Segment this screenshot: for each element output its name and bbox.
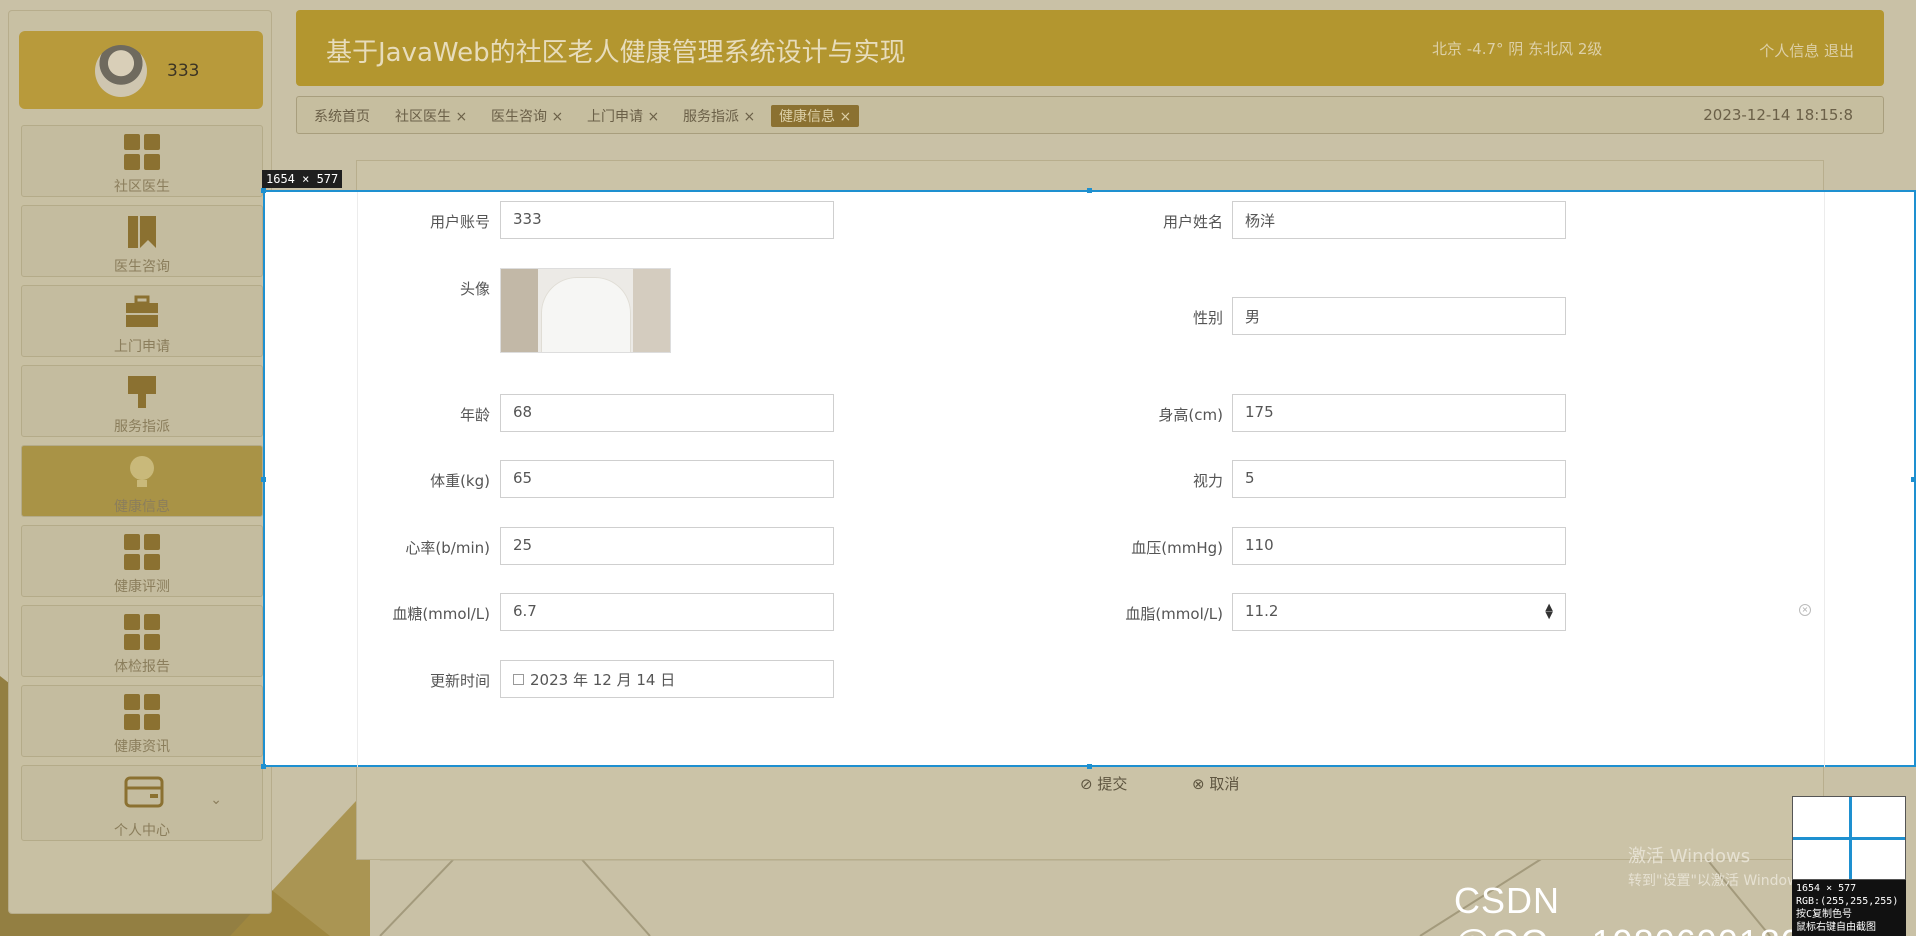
selection-handle[interactable] (261, 764, 266, 769)
cancel-circle-icon: ⊗ (1192, 775, 1205, 793)
tab-assign[interactable]: 服务指派 × (683, 106, 755, 126)
selection-handle[interactable] (1087, 764, 1092, 769)
spinner-arrows-icon[interactable]: ▲ ▼ (1545, 603, 1553, 621)
sidebar-item-health-info[interactable]: 健康信息 (21, 445, 263, 517)
weight-label: 体重(kg) (430, 472, 490, 490)
grid-icon (124, 694, 160, 730)
bookmark-icon (124, 214, 160, 250)
sidebar-item-doctors[interactable]: 社区医生 (21, 125, 263, 197)
avatar (95, 45, 147, 97)
cancel-button[interactable]: ⊗ 取消 (1192, 773, 1239, 794)
brush-icon (124, 374, 160, 410)
clear-icon[interactable]: × (1799, 604, 1811, 616)
submit-button[interactable]: ⊘ 提交 (1080, 773, 1127, 794)
lightbulb-icon (124, 454, 160, 490)
screenshot-magnifier (1792, 796, 1906, 880)
briefcase-icon (124, 294, 160, 330)
selection-handle[interactable] (1911, 477, 1916, 482)
sidebar-item-label: 个人中心 (114, 823, 170, 839)
age-label: 年龄 (459, 406, 490, 424)
heart-rate-label: 心率(b/min) (405, 539, 490, 557)
vision-label: 视力 (1192, 472, 1223, 490)
sidebar-item-profile[interactable]: 个人中心 ⌄ (21, 765, 263, 841)
height-field[interactable]: 175 (1232, 394, 1566, 432)
blood-pressure-field[interactable]: 110 (1232, 527, 1566, 565)
gender-label: 性别 (1192, 309, 1223, 327)
grid-icon (124, 134, 160, 170)
info-line: 鼠标右键自由截图 (1796, 922, 1876, 933)
user-card[interactable]: 333 (19, 31, 263, 109)
name-label: 用户姓名 (1162, 213, 1223, 231)
sidebar-item-consult[interactable]: 医生咨询 (21, 205, 263, 277)
app-header: 基于JavaWeb的社区老人健康管理系统设计与实现 北京 -4.7° 阴 东北风… (296, 10, 1884, 86)
screenshot-info-box: 1654 × 577 RGB:(255,255,255) 按C复制色号 鼠标右键… (1792, 880, 1906, 936)
grid-icon (124, 614, 160, 650)
blood-sugar-field[interactable]: 6.7 (500, 593, 834, 631)
header-links[interactable]: 个人信息 退出 (1759, 40, 1854, 61)
height-label: 身高(cm) (1158, 406, 1223, 424)
tab-doctors[interactable]: 社区医生 × (395, 106, 467, 126)
tab-home[interactable]: 系统首页 (314, 106, 370, 126)
username: 333 (167, 61, 200, 81)
blood-lipid-label: 血脂(mmol/L) (1125, 605, 1223, 623)
submit-label: 提交 (1097, 775, 1128, 793)
account-label: 用户账号 (429, 213, 490, 231)
blood-lipid-value: 11.2 (1245, 602, 1279, 620)
sidebar-item-label: 健康资讯 (114, 739, 170, 755)
age-field[interactable]: 68 (500, 394, 834, 432)
weight-field[interactable]: 65 (500, 460, 834, 498)
tab-visit[interactable]: 上门申请 × (587, 106, 659, 126)
sidebar-item-reports[interactable]: 体检报告 (21, 605, 263, 677)
wallet-icon (124, 774, 164, 810)
sidebar-item-label: 医生咨询 (114, 259, 170, 275)
tab-bar: 系统首页 社区医生 × 医生咨询 × 上门申请 × 服务指派 × 健康信息 × … (296, 96, 1884, 134)
chevron-down-icon: ⌄ (210, 792, 222, 808)
account-field[interactable]: 333 (500, 201, 834, 239)
avatar-photo[interactable] (500, 268, 671, 353)
vision-field[interactable]: 5 (1232, 460, 1566, 498)
sidebar-item-label: 服务指派 (114, 419, 170, 435)
updated-date-field[interactable]: 2023 年 12 月 14 日 (500, 660, 834, 698)
sidebar-item-assign[interactable]: 服务指派 (21, 365, 263, 437)
sidebar-item-label: 社区医生 (114, 179, 170, 195)
info-line: RGB:(255,255,255) (1796, 896, 1899, 907)
tab-health-info[interactable]: 健康信息 × (771, 105, 860, 127)
info-line: 1654 × 577 (1796, 883, 1857, 894)
grid-icon (124, 534, 160, 570)
sidebar-item-assessment[interactable]: 健康评测 (21, 525, 263, 597)
check-circle-icon: ⊘ (1080, 775, 1093, 793)
gender-field[interactable]: 男 (1232, 297, 1566, 335)
updated-label: 更新时间 (429, 672, 490, 690)
blood-lipid-field[interactable]: 11.2 ▲ ▼ (1232, 593, 1566, 631)
sidebar-item-label: 上门申请 (114, 339, 170, 355)
tab-consult[interactable]: 医生咨询 × (491, 106, 563, 126)
sidebar-item-visit[interactable]: 上门申请 (21, 285, 263, 357)
sidebar-item-label: 体检报告 (114, 659, 170, 675)
heart-rate-field[interactable]: 25 (500, 527, 834, 565)
cancel-label: 取消 (1209, 775, 1240, 793)
clock: 2023-12-14 18:15:8 (1703, 106, 1853, 124)
blood-pressure-label: 血压(mmHg) (1131, 539, 1223, 557)
selection-handle[interactable] (1087, 188, 1092, 193)
avatar-label: 头像 (459, 280, 490, 298)
selection-handle[interactable] (261, 188, 266, 193)
name-field[interactable]: 杨洋 (1232, 201, 1566, 239)
blood-sugar-label: 血糖(mmol/L) (392, 605, 490, 623)
info-line: 按C复制色号 (1796, 909, 1853, 920)
sidebar-item-label: 健康评测 (114, 579, 170, 595)
calendar-icon (513, 674, 524, 685)
sidebar: 333 社区医生 医生咨询 上门申请 服务指派 健康信息 健康评测 体检报告 健… (8, 10, 272, 914)
selection-size-tag: 1654 × 577 (262, 170, 343, 188)
app-title: 基于JavaWeb的社区老人健康管理系统设计与实现 (326, 38, 906, 68)
sidebar-item-label: 健康信息 (114, 499, 170, 515)
sidebar-item-news[interactable]: 健康资讯 (21, 685, 263, 757)
selection-handle[interactable] (261, 477, 266, 482)
weather-info: 北京 -4.7° 阴 东北风 2级 (1432, 40, 1603, 58)
updated-date-value: 2023 年 12 月 14 日 (530, 671, 676, 689)
